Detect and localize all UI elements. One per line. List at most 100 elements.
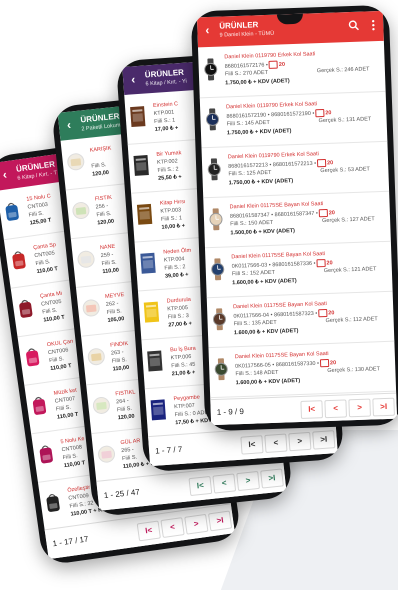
- stock-actual: Fiili S.: 270 ADET: [225, 70, 268, 78]
- stock-actual: Fiili S.: 125 ADET: [228, 170, 271, 178]
- barcode-line: 8680161572190 • 8680161572190 • 20: [226, 109, 331, 121]
- next-page-button[interactable]: >: [288, 432, 311, 451]
- list-item[interactable]: Daniel Klein 01175SE Bayan Kol Saati0K01…: [205, 241, 393, 298]
- page-indicator: 1 - 25 / 47: [103, 487, 140, 500]
- product-thumbnail: [3, 200, 22, 227]
- product-name: KARIŞIK: [89, 146, 111, 154]
- product-name: GÜL AR: [120, 438, 141, 446]
- product-name: OKUL Çan: [47, 339, 74, 349]
- last-page-button[interactable]: >I: [208, 510, 232, 531]
- product-price: 17,00 ₺ +: [155, 125, 179, 133]
- first-page-button[interactable]: I<: [300, 400, 323, 419]
- product-code: CNT003: [27, 202, 48, 211]
- product-thumbnail: [16, 297, 35, 324]
- stock-real: Gerçek S.: 246 ADET: [317, 66, 370, 74]
- list-item[interactable]: Daniel Klein 01175SE Bayan Kol Saati0K01…: [207, 291, 395, 348]
- tag-icon: [316, 259, 325, 267]
- prev-page-button[interactable]: <: [160, 517, 184, 538]
- prev-page-button[interactable]: <: [324, 399, 347, 418]
- list-item[interactable]: Daniel Klein 0119790 Erkek Kol Saati8680…: [201, 141, 389, 198]
- last-page-button[interactable]: >I: [260, 468, 284, 488]
- product-code: 256 -: [95, 203, 108, 210]
- stock-real: Gerçek S.: 121 ADET: [324, 266, 377, 274]
- product-code: KTP.001: [153, 110, 174, 117]
- tag-icon: [315, 109, 324, 117]
- barcode-line: 0K0117566-04 • 8680161587323 •20: [233, 309, 334, 321]
- phone-4: ‹ ÜRÜNLER 9 Daniel Klein - TÜMÜ Daniel K…: [191, 5, 398, 432]
- tag-count: 20: [327, 160, 333, 166]
- tag-icon: [320, 359, 329, 367]
- stock-real: Gerçek S.: 127 ADET: [322, 216, 375, 224]
- product-name: Durdurula: [167, 297, 192, 305]
- product-price: 120,00: [92, 170, 109, 178]
- next-page-button[interactable]: >: [348, 399, 371, 418]
- tag-count: 20: [326, 260, 332, 266]
- back-icon[interactable]: ‹: [66, 118, 71, 132]
- product-price: 110,00 T: [64, 460, 86, 469]
- product-thumbnail: [66, 151, 86, 176]
- tag-count: 20: [325, 110, 331, 116]
- next-page-button[interactable]: >: [184, 514, 208, 535]
- product-code: CNT007: [54, 396, 75, 405]
- tag-count: 20: [329, 210, 335, 216]
- product-code: 265 -: [121, 447, 134, 454]
- stock-actual: Fiili S.: 150 ADET: [230, 220, 273, 228]
- tag-icon: [319, 209, 328, 217]
- back-icon[interactable]: ‹: [131, 72, 136, 86]
- next-page-button[interactable]: >: [236, 471, 260, 491]
- product-price: 110,00 T: [57, 412, 79, 421]
- back-icon[interactable]: ‹: [2, 167, 8, 181]
- list-item[interactable]: Daniel Klein 0119790 Erkek Kol Saati8680…: [200, 91, 388, 148]
- product-name: NANE: [100, 244, 116, 252]
- header-title: ÜRÜNLER: [145, 68, 185, 80]
- product-thumbnail: [204, 108, 221, 136]
- product-price: 39,00 ₺ +: [165, 272, 189, 280]
- product-price: 110,00 T: [43, 315, 65, 324]
- product-code: KTP.005: [167, 305, 188, 312]
- product-code: 263 -: [111, 349, 124, 356]
- prev-page-button[interactable]: <: [212, 473, 236, 493]
- first-page-button[interactable]: I<: [240, 435, 263, 454]
- product-code: 8680161572190 • 8680161572190 •: [226, 111, 314, 120]
- product-code: KTP.002: [157, 158, 178, 165]
- product-name: Einstein C: [153, 101, 178, 109]
- more-options-icon[interactable]: [371, 19, 375, 31]
- product-code: KTP.004: [164, 256, 185, 263]
- product-price: 1.500,00 ₺ + KDV (ADET): [230, 228, 295, 236]
- first-page-button[interactable]: I<: [189, 476, 213, 496]
- product-name: FINDIK: [110, 341, 129, 349]
- stock-actual: Fiili S.: 148 ADET: [235, 370, 278, 378]
- header-subtitle: 2 Paketli Lokum: [81, 122, 121, 132]
- list-item[interactable]: Daniel Klein 01175SE Bayan Kol Saati0K01…: [208, 341, 396, 398]
- product-thumbnail: [208, 208, 225, 236]
- product-thumbnail: [81, 298, 101, 323]
- barcode-line: 0K0117566-03 • 8680161587336 •20: [232, 259, 333, 271]
- tag-count: 20: [328, 310, 334, 316]
- first-page-button[interactable]: I<: [137, 520, 161, 541]
- stock-actual: Fiili S.: [35, 259, 51, 267]
- stock-real: Gerçek S.: 130 ADET: [327, 366, 380, 374]
- search-icon[interactable]: [348, 20, 359, 31]
- product-thumbnail: [211, 308, 228, 336]
- back-icon[interactable]: ‹: [205, 23, 209, 37]
- stock-actual: Fiili S.: 1: [154, 117, 175, 124]
- list-item[interactable]: Daniel Klein 0119790 Erkek Kol Saati8680…: [198, 41, 386, 98]
- tag-count: 20: [279, 62, 285, 68]
- product-name: Bir Yumak: [156, 150, 181, 158]
- list-item[interactable]: Daniel Klein 01175SE Bayan Kol Saati8680…: [203, 191, 391, 248]
- last-page-button[interactable]: >I: [372, 398, 395, 417]
- product-name: Peygambe: [173, 394, 200, 402]
- product-price: 110,00: [112, 365, 129, 373]
- product-name: FISTIKL: [115, 389, 136, 397]
- product-code: 8680161587347 • 8680161587347 •: [230, 211, 318, 220]
- product-thumbnail: [76, 249, 96, 274]
- product-price: 25,50 ₺ +: [158, 174, 182, 182]
- product-thumbnail: [202, 58, 219, 86]
- product-code: 259 -: [101, 252, 114, 259]
- product-thumbnail: [213, 358, 230, 386]
- last-page-button[interactable]: >I: [312, 430, 335, 449]
- stock-real: Gerçek S.: 112 ADET: [326, 316, 378, 324]
- prev-page-button[interactable]: <: [264, 433, 287, 452]
- product-price: 105,00: [107, 316, 124, 324]
- product-thumbnail: [139, 251, 157, 279]
